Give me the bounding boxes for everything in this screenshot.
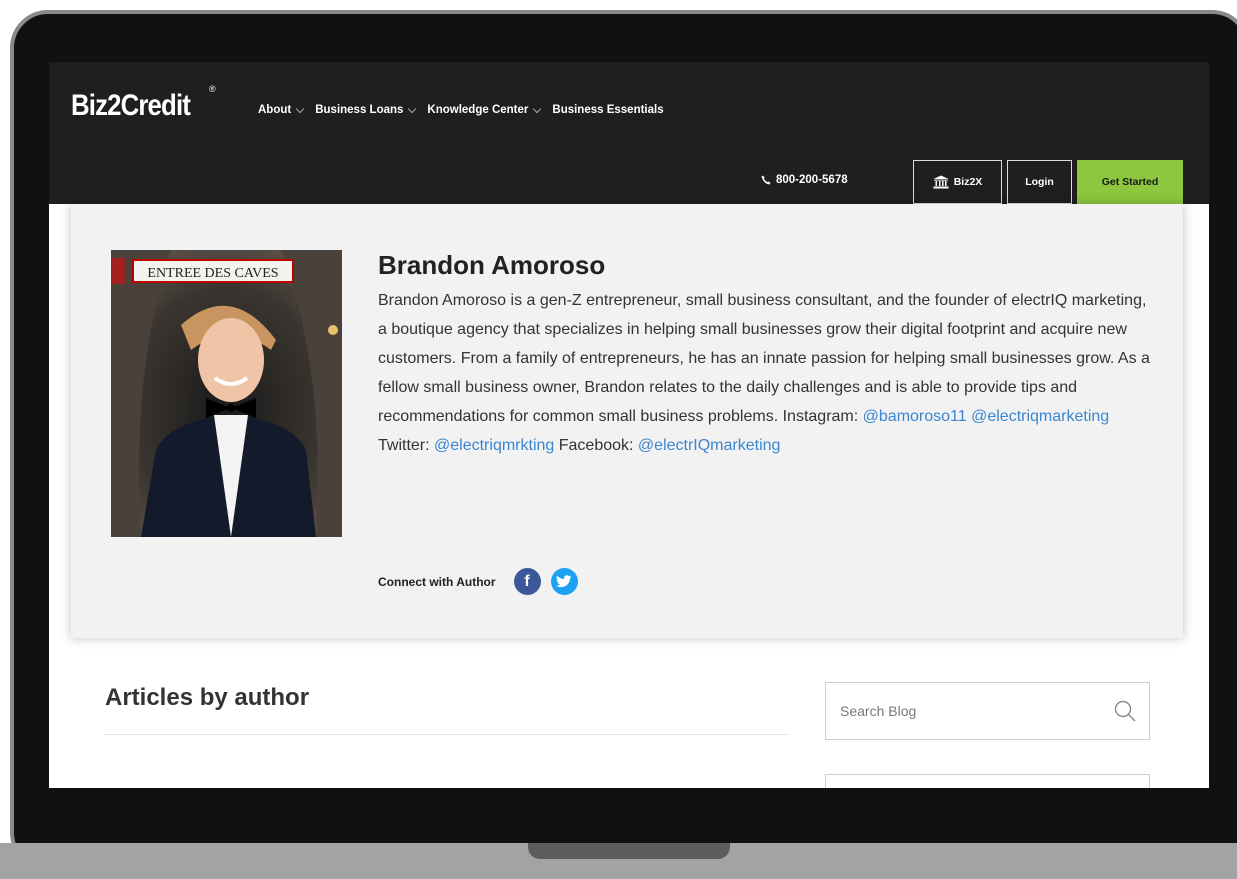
twitter-bird-icon bbox=[556, 574, 572, 587]
chevron-down-icon bbox=[533, 104, 542, 113]
biz2x-button[interactable]: Biz2X bbox=[913, 160, 1002, 204]
instagram-label: Instagram: bbox=[782, 408, 859, 425]
facebook-label: Facebook: bbox=[558, 437, 634, 454]
bank-icon bbox=[933, 175, 949, 189]
main-nav: About Business Loans Knowledge Center Bu… bbox=[258, 104, 672, 116]
twitter-icon[interactable] bbox=[550, 568, 578, 595]
photo-sign-text: ENTREE DES CAVES bbox=[147, 266, 278, 281]
search-icon[interactable] bbox=[1113, 699, 1137, 723]
connect-label: Connect with Author bbox=[378, 574, 496, 589]
facebook-icon[interactable]: f bbox=[513, 568, 541, 595]
twitter-link[interactable]: @electriqmrkting bbox=[434, 437, 554, 454]
phone-number: 800-200-5678 bbox=[776, 174, 848, 186]
nav-item-about[interactable]: About bbox=[258, 104, 307, 116]
chevron-down-icon bbox=[295, 104, 305, 113]
site-logo[interactable]: Biz2Credit bbox=[71, 89, 191, 123]
nav-item-label: Business Essentials bbox=[552, 104, 664, 116]
phone-icon bbox=[761, 175, 771, 185]
biz2x-label: Biz2X bbox=[953, 176, 983, 188]
divider bbox=[105, 734, 789, 735]
instagram-link-2[interactable]: @electriqmarketing bbox=[971, 408, 1109, 425]
author-bio: Brandon Amoroso is a gen-Z entrepreneur,… bbox=[378, 286, 1158, 460]
nav-item-business-essentials[interactable]: Business Essentials bbox=[552, 104, 663, 116]
author-card: ENTREE DES CAVES Brandon Amoroso Brandon… bbox=[71, 204, 1183, 638]
nav-item-business-loans[interactable]: Business Loans bbox=[315, 104, 419, 116]
instagram-link-1[interactable]: @bamoroso11 bbox=[863, 408, 967, 425]
author-photo-illustration: ENTREE DES CAVES bbox=[111, 250, 342, 537]
registered-mark: ® bbox=[209, 84, 216, 94]
site-header: Biz2Credit ® About Business Loans Knowle… bbox=[49, 62, 1209, 204]
connect-with-author: Connect with Author f bbox=[378, 568, 578, 595]
login-button[interactable]: Login bbox=[1007, 160, 1072, 204]
articles-heading: Articles by author bbox=[105, 684, 310, 711]
phone-link[interactable]: 800-200-5678 bbox=[761, 174, 848, 186]
twitter-label: Twitter: bbox=[378, 437, 430, 454]
search-box bbox=[825, 682, 1150, 740]
facebook-link[interactable]: @electrIQmarketing bbox=[638, 437, 781, 454]
search-input[interactable] bbox=[840, 703, 1113, 719]
author-name: Brandon Amoroso bbox=[378, 250, 606, 280]
chevron-down-icon bbox=[408, 104, 417, 113]
sidebar-widget bbox=[825, 774, 1150, 788]
browser-screen: Biz2Credit ® About Business Loans Knowle… bbox=[49, 62, 1209, 788]
bio-text: Brandon Amoroso is a gen-Z entrepreneur,… bbox=[378, 292, 1150, 425]
nav-item-knowledge-center[interactable]: Knowledge Center bbox=[427, 104, 544, 116]
laptop-notch bbox=[528, 843, 730, 859]
nav-item-label: Business Loans bbox=[315, 104, 404, 116]
nav-item-label: Knowledge Center bbox=[427, 104, 529, 116]
get-started-button[interactable]: Get Started bbox=[1077, 160, 1183, 204]
author-photo: ENTREE DES CAVES bbox=[111, 250, 342, 537]
nav-item-label: About bbox=[258, 104, 292, 116]
